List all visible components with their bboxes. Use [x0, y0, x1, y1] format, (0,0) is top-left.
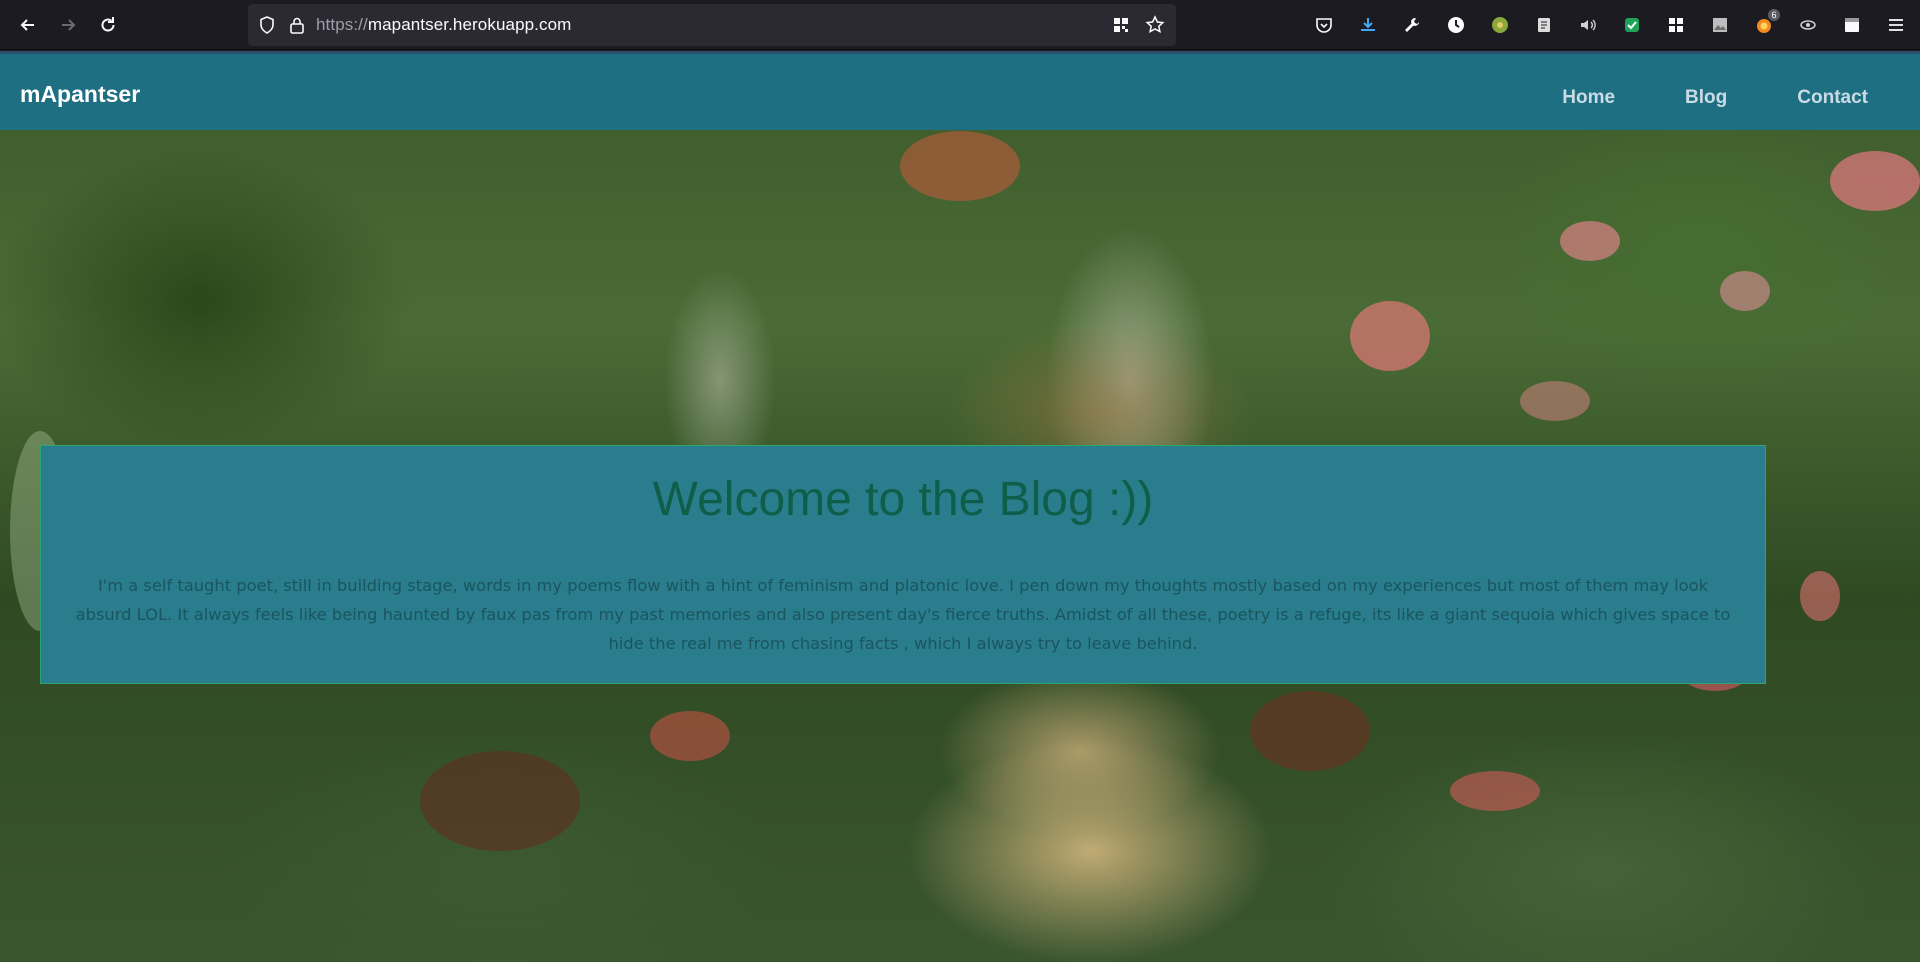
url-host: mapantser.herokuapp.com	[367, 15, 572, 34]
site-nav-links: Home Blog Contact	[1562, 87, 1868, 109]
wrench-icon[interactable]	[1398, 11, 1426, 39]
extension-badge: 6	[1768, 9, 1780, 21]
browser-toolbar: https://mapantser.herokuapp.com 6	[0, 0, 1920, 50]
menu-icon[interactable]	[1882, 11, 1910, 39]
grid-extension-icon[interactable]	[1662, 11, 1690, 39]
clock-extension-icon[interactable]	[1442, 11, 1470, 39]
qr-code-icon[interactable]	[1110, 14, 1132, 36]
image-extension-icon[interactable]	[1706, 11, 1734, 39]
address-bar[interactable]: https://mapantser.herokuapp.com	[248, 4, 1176, 46]
green-check-extension-icon[interactable]	[1618, 11, 1646, 39]
site-navbar: mApantser Home Blog Contact	[0, 51, 1920, 130]
shield-icon[interactable]	[256, 14, 278, 36]
pocket-icon[interactable]	[1310, 11, 1338, 39]
nav-link-blog[interactable]: Blog	[1685, 87, 1727, 109]
page-viewport: mApantser Home Blog Contact Welcome to t…	[0, 51, 1920, 962]
welcome-box: Welcome to the Blog :)) I'm a self taugh…	[40, 445, 1766, 684]
url-protocol: https://	[316, 15, 368, 34]
fox-extension-icon[interactable]: 6	[1750, 9, 1780, 39]
back-button[interactable]	[10, 7, 46, 43]
nav-link-home[interactable]: Home	[1562, 87, 1615, 109]
extensions-toolbar: 6	[1310, 9, 1910, 41]
back-arrow-icon	[20, 18, 34, 31]
welcome-text: I'm a self taught poet, still in buildin…	[75, 576, 1731, 653]
forward-button[interactable]	[50, 7, 86, 43]
download-icon[interactable]	[1354, 11, 1382, 39]
site-brand[interactable]: mApantser	[20, 81, 140, 108]
lock-icon[interactable]	[286, 14, 308, 36]
forward-arrow-icon	[62, 18, 76, 31]
document-extension-icon[interactable]	[1530, 11, 1558, 39]
speaker-icon[interactable]	[1574, 11, 1602, 39]
green-circle-extension-icon[interactable]	[1486, 11, 1514, 39]
url-text: https://mapantser.herokuapp.com	[316, 15, 571, 35]
eye-extension-icon[interactable]	[1794, 11, 1822, 39]
reload-button[interactable]	[90, 7, 126, 43]
bookmark-star-icon[interactable]	[1144, 14, 1166, 36]
welcome-title: Welcome to the Blog :))	[652, 473, 1154, 526]
calendar-extension-icon[interactable]	[1838, 11, 1866, 39]
nav-link-contact[interactable]: Contact	[1797, 87, 1868, 109]
reload-icon	[101, 16, 115, 32]
